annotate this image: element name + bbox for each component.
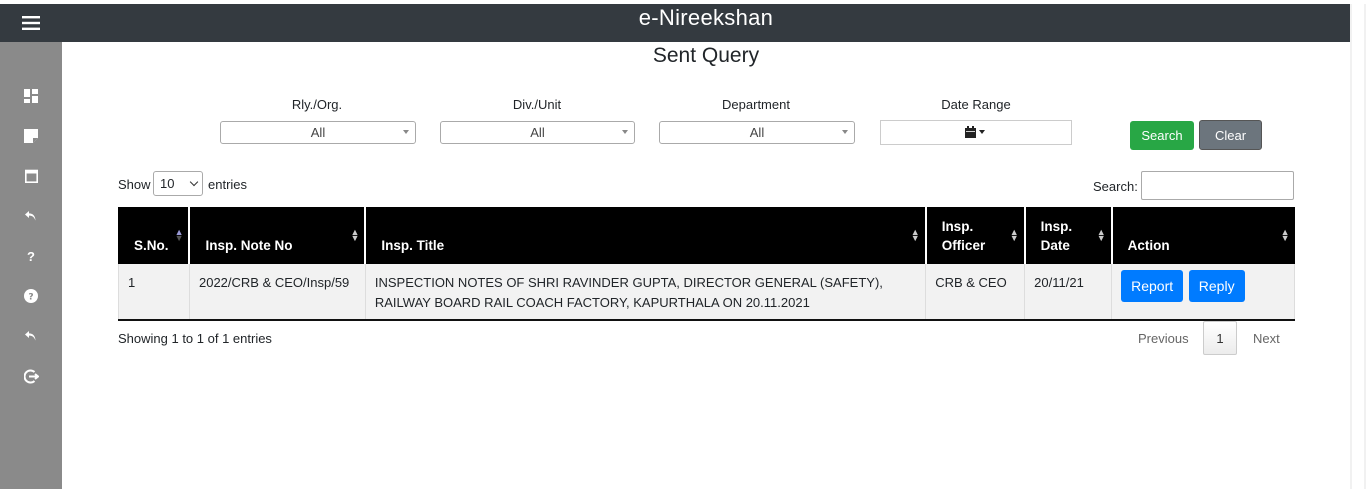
sort-icon: ▲ ▼ <box>1280 227 1290 243</box>
department-label: Department <box>722 97 790 112</box>
page-1-button[interactable]: 1 <box>1203 321 1237 355</box>
table-search-label: Search: <box>1093 179 1138 194</box>
dashboard-icon[interactable] <box>22 87 40 105</box>
calendar-icon <box>965 126 985 138</box>
cell-title: INSPECTION NOTES OF SHRI RAVINDER GUPTA,… <box>364 264 926 320</box>
column-header-title[interactable]: Insp. Title ▲ ▼ <box>364 207 926 264</box>
page-title: Sent Query <box>652 44 760 67</box>
search-button[interactable]: Search <box>1130 121 1194 150</box>
cell-actions: Report Reply <box>1111 264 1295 320</box>
rly-org-label: Rly./Org. <box>291 97 343 112</box>
table-info: Showing 1 to 1 of 1 entries <box>118 331 272 346</box>
svg-text:?: ? <box>28 293 33 303</box>
chevron-down-icon <box>189 177 199 187</box>
dropdown-arrow-icon <box>403 130 409 134</box>
cell-sno: 1 <box>118 264 190 320</box>
menu-icon[interactable] <box>22 16 40 30</box>
next-button[interactable]: Next <box>1253 331 1280 346</box>
question-icon[interactable]: ? <box>22 247 40 265</box>
date-range-picker[interactable] <box>880 120 1072 145</box>
div-unit-value: All <box>530 125 545 140</box>
column-header-sno[interactable]: S.No. ▲ ▼ <box>118 207 190 264</box>
scrollbar[interactable] <box>1350 4 1366 489</box>
dropdown-arrow-icon <box>622 130 628 134</box>
column-header-date[interactable]: Insp. Date ▲ ▼ <box>1023 207 1112 264</box>
sort-icon: ▲ ▼ <box>1009 227 1019 243</box>
dropdown-arrow-icon <box>842 130 848 134</box>
reply-icon[interactable] <box>22 207 40 225</box>
sidebar: ? ? <box>0 4 62 489</box>
app-header: e-Nireekshan <box>62 4 1350 42</box>
clear-button[interactable]: Clear <box>1199 120 1262 150</box>
sort-asc-icon: ▲ ▼ <box>174 227 184 243</box>
calendar-icon[interactable] <box>22 167 40 185</box>
reply-icon[interactable] <box>22 327 40 345</box>
sent-query-table: S.No. ▲ ▼ Insp. Note No ▲ ▼ Insp. Title ▲ ▼… <box>118 207 1295 321</box>
reply-button[interactable]: Reply <box>1188 270 1245 302</box>
logout-icon[interactable] <box>22 367 40 385</box>
cell-officer: CRB & CEO <box>925 264 1025 320</box>
previous-button[interactable]: Previous <box>1138 331 1189 346</box>
column-header-action[interactable]: Action ▲ ▼ <box>1110 207 1295 264</box>
rly-org-select[interactable]: All <box>220 121 416 144</box>
help-circle-icon[interactable]: ? <box>22 287 40 305</box>
div-unit-select[interactable]: All <box>440 121 635 144</box>
app-title: e-Nireekshan <box>638 5 774 30</box>
sort-icon: ▲ ▼ <box>1096 227 1106 243</box>
department-select[interactable]: All <box>659 121 855 144</box>
div-unit-label: Div./Unit <box>512 97 562 112</box>
entries-label: entries <box>208 177 248 192</box>
sort-icon: ▲ ▼ <box>910 227 920 243</box>
cell-date: 20/11/21 <box>1024 264 1112 320</box>
show-label: Show <box>118 177 151 192</box>
table-row: 1 2022/CRB & CEO/Insp/59 INSPECTION NOTE… <box>118 264 1295 320</box>
report-button[interactable]: Report <box>1121 270 1184 302</box>
entries-value: 10 <box>160 176 175 191</box>
entries-select[interactable]: 10 <box>153 171 203 196</box>
date-range-label: Date Range <box>941 97 1011 112</box>
rly-org-value: All <box>310 125 326 140</box>
sort-icon: ▲ ▼ <box>350 227 360 243</box>
column-header-officer[interactable]: Insp. Officer ▲ ▼ <box>924 207 1025 264</box>
cell-note-no: 2022/CRB & CEO/Insp/59 <box>188 264 366 320</box>
note-icon[interactable] <box>22 127 40 145</box>
column-header-note-no[interactable]: Insp. Note No ▲ ▼ <box>188 207 366 264</box>
department-value: All <box>749 125 765 140</box>
table-search-input[interactable] <box>1141 171 1294 200</box>
sidebar-toggle[interactable] <box>0 4 62 42</box>
